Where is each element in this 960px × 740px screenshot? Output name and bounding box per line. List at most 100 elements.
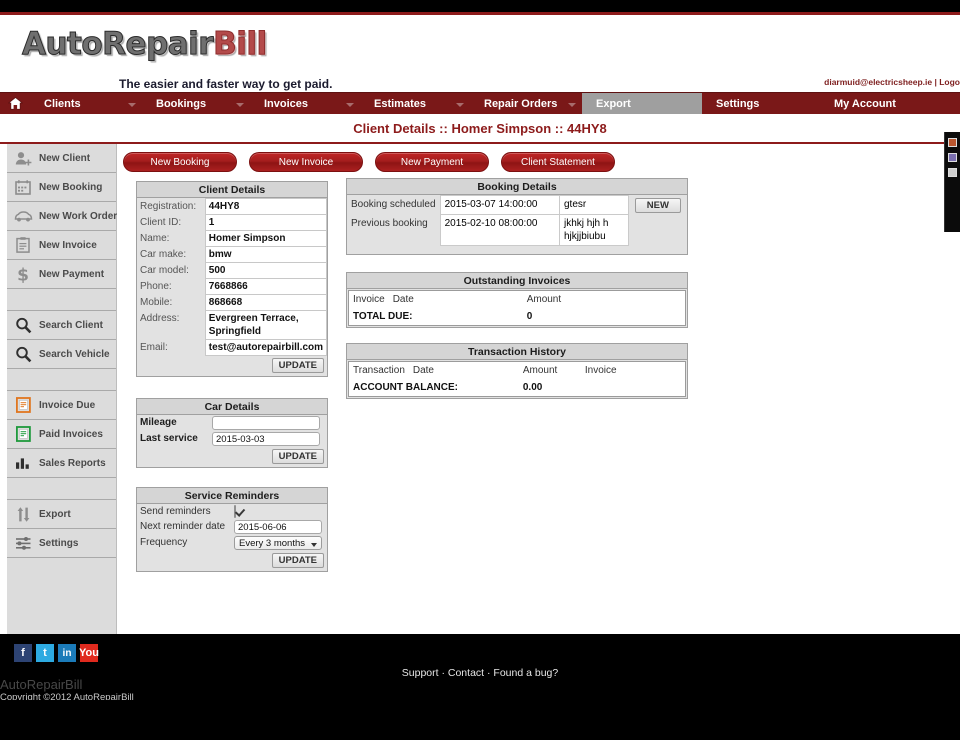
sidebar-item-invoice-due[interactable]: Invoice Due <box>7 391 116 420</box>
table-total-row: TOTAL DUE: 0 <box>349 308 685 325</box>
sidebar-item-new-payment[interactable]: $ New Payment <box>7 260 116 289</box>
mileage-cell <box>209 415 327 431</box>
next-reminder-cell: 2015-06-06 <box>231 519 327 535</box>
new-invoice-button[interactable]: New Invoice <box>249 152 363 172</box>
booking-new-cell: NEW <box>628 196 687 215</box>
nav-label: Repair Orders <box>484 98 557 110</box>
logo-primary-text: AutoRepair <box>22 26 213 62</box>
booking-details-title: Booking Details <box>347 179 687 195</box>
booking-details-panel: Booking Details Booking scheduled 2015-0… <box>346 178 688 255</box>
sidebar-item-settings[interactable]: Settings <box>7 529 116 558</box>
sidebar-item-search-vehicle[interactable]: Search Vehicle <box>7 340 116 369</box>
tagline: The easier and faster way to get paid. <box>119 77 332 91</box>
field-label: Address: <box>137 311 205 340</box>
sidebar-item-label: Invoice Due <box>35 400 95 411</box>
booking-new-button[interactable]: NEW <box>635 198 681 213</box>
share-icon-3[interactable] <box>948 168 957 177</box>
page-title-band: Client Details :: Homer Simpson :: 44HY8 <box>0 114 960 144</box>
frequency-select[interactable]: Every 3 months <box>234 536 322 550</box>
field-value: Evergreen Terrace, Springfield <box>205 311 326 340</box>
outstanding-invoices-body: Invoice Date Amount TOTAL DUE: 0 <box>348 290 686 326</box>
table-row: Car make: bmw <box>137 247 327 263</box>
table-row: Mileage <box>137 415 327 431</box>
sidebar-item-label: Export <box>35 509 71 520</box>
chevron-down-icon <box>236 103 244 107</box>
main-content: New Booking New Invoice New Payment Clie… <box>118 144 938 634</box>
table-row: Registration: 44HY8 <box>137 199 327 215</box>
client-statement-button[interactable]: Client Statement <box>501 152 615 172</box>
nav-item-bookings[interactable]: Bookings <box>142 93 250 114</box>
sidebar-item-label: Search Client <box>35 320 103 331</box>
sidebar-item-new-booking[interactable]: New Booking <box>7 173 116 202</box>
mileage-input[interactable] <box>212 416 320 430</box>
table-row: Last service 2015-03-03 <box>137 431 327 447</box>
nav-item-estimates[interactable]: Estimates <box>360 93 470 114</box>
account-logout-link[interactable]: diarmuid@electricsheep.ie | Logo <box>824 77 960 87</box>
previous-booking-label: Previous booking <box>347 215 440 246</box>
home-icon[interactable] <box>0 93 30 114</box>
service-reminders-update-button[interactable]: UPDATE <box>272 553 324 568</box>
nav-item-export[interactable]: Export <box>582 93 702 114</box>
invoice-green-icon <box>11 423 35 445</box>
sidebar-item-label: New Client <box>35 153 90 164</box>
sidebar-item-label: New Invoice <box>35 240 97 251</box>
sidebar-item-paid-invoices[interactable]: Paid Invoices <box>7 420 116 449</box>
table-row: Email: test@autorepairbill.com <box>137 340 327 356</box>
sidebar-item-sales-reports[interactable]: Sales Reports <box>7 449 116 478</box>
sidebar-item-new-client[interactable]: New Client <box>7 144 116 173</box>
col-invoice: Invoice <box>349 291 389 308</box>
up-down-arrows-icon <box>11 503 35 525</box>
new-booking-button[interactable]: New Booking <box>123 152 237 172</box>
site-logo[interactable]: AutoRepairBill <box>22 29 267 60</box>
youtube-icon[interactable]: You <box>80 644 98 662</box>
nav-item-clients[interactable]: Clients <box>30 93 142 114</box>
previous-booking-note: jkhkj hjh h hjkjjbiubu <box>559 215 628 246</box>
service-reminders-title: Service Reminders <box>137 488 327 504</box>
client-details-table: Registration: 44HY8 Client ID: 1 Name: H… <box>137 198 327 356</box>
car-details-update-button[interactable]: UPDATE <box>272 449 324 464</box>
sidebar-item-search-client[interactable]: Search Client <box>7 311 116 340</box>
table-row: Booking scheduled 2015-03-07 14:00:00 gt… <box>347 196 687 215</box>
client-details-update-button[interactable]: UPDATE <box>272 358 324 373</box>
field-value: 7668866 <box>205 279 326 295</box>
mileage-label: Mileage <box>137 415 209 431</box>
table-row: Phone: 7668866 <box>137 279 327 295</box>
share-sidebar-tab[interactable] <box>944 132 960 232</box>
share-icon-1[interactable] <box>948 138 957 147</box>
footer-links[interactable]: Support · Contact · Found a bug? <box>0 667 960 679</box>
field-label: Registration: <box>137 199 205 215</box>
outstanding-invoices-table: Invoice Date Amount TOTAL DUE: 0 <box>349 291 685 325</box>
nav-item-repair-orders[interactable]: Repair Orders <box>470 93 582 114</box>
next-reminder-label: Next reminder date <box>137 519 231 535</box>
share-icon-2[interactable] <box>948 153 957 162</box>
sidebar-item-new-work-order[interactable]: New Work Order <box>7 202 116 231</box>
col-amount: Amount <box>519 362 581 379</box>
last-service-input[interactable]: 2015-03-03 <box>212 432 320 446</box>
linkedin-icon[interactable]: in <box>58 644 76 662</box>
twitter-icon[interactable]: t <box>36 644 54 662</box>
sidebar-divider-1 <box>7 289 116 311</box>
outstanding-invoices-panel: Outstanding Invoices Invoice Date Amount… <box>346 272 688 328</box>
client-details-title: Client Details <box>137 182 327 198</box>
nav-item-invoices[interactable]: Invoices <box>250 93 360 114</box>
sidebar-item-new-invoice[interactable]: New Invoice <box>7 231 116 260</box>
next-reminder-input[interactable]: 2015-06-06 <box>234 520 322 534</box>
nav-item-my-account[interactable]: My Account <box>820 93 940 114</box>
chevron-down-icon <box>346 103 354 107</box>
send-reminders-checkbox[interactable] <box>234 505 236 518</box>
col-invoice: Invoice <box>581 362 685 379</box>
sidebar-item-label: New Booking <box>35 182 102 193</box>
footer-copyright: Copyright ©2012 AutoRepairBill <box>0 692 134 700</box>
nav-item-settings[interactable]: Settings <box>702 93 820 114</box>
page-canvas: AutoRepairBill The easier and faster way… <box>0 12 960 700</box>
sidebar-item-export[interactable]: Export <box>7 500 116 529</box>
field-label: Name: <box>137 231 205 247</box>
field-label: Client ID: <box>137 215 205 231</box>
sidebar-divider-2 <box>7 369 116 391</box>
sliders-icon <box>11 532 35 554</box>
sidebar: New Client New Booking New Work Order Ne… <box>7 144 117 634</box>
new-payment-button[interactable]: New Payment <box>375 152 489 172</box>
table-row: Next reminder date 2015-06-06 <box>137 519 327 535</box>
facebook-icon[interactable]: f <box>14 644 32 662</box>
field-value: 44HY8 <box>205 199 326 215</box>
